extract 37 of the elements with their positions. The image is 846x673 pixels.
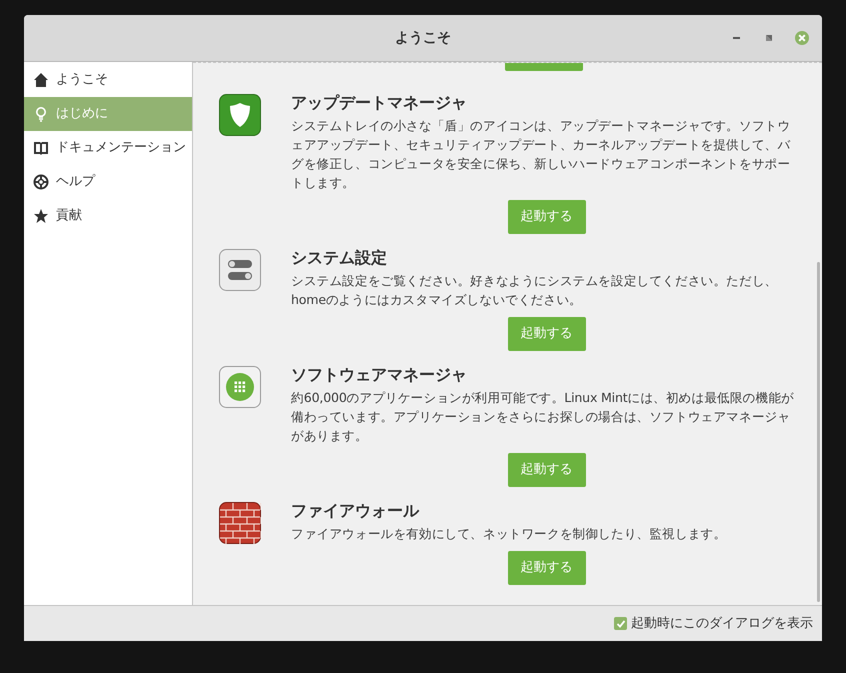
section-title: ファイアウォール	[291, 501, 420, 521]
sidebar-item[interactable]: はじめに	[24, 97, 192, 131]
section-description: ファイアウォールを有効にして、ネットワークを制御したり、監視します。	[291, 525, 728, 543]
section-description: システムトレイの小さな「盾」のアイコンは、アップデートマネージャです。ソフトウェアアップデート、セキュリティアップデート、カーネルアップデートを提供して、バグを修正し、コンピュータを安全に保ち、新しいハードウェアコンポーネントをサポートします。	[291, 117, 792, 192]
launch-button[interactable]: 起動する	[508, 453, 586, 487]
sidebar-label: ヘルプ	[56, 173, 95, 192]
section-title: システム設定	[291, 248, 388, 268]
checkmark-icon	[616, 618, 626, 628]
checkbox[interactable]	[614, 617, 627, 630]
sidebar-label: ドキュメンテーション	[56, 139, 186, 158]
section-title: ソフトウェアマネージャ	[291, 365, 468, 385]
launch-button[interactable]: 起動する	[508, 317, 586, 351]
shield-icon	[219, 94, 261, 136]
home-icon	[33, 72, 49, 88]
app-grid-icon	[219, 366, 261, 408]
brick-wall-icon	[219, 502, 261, 544]
sidebar-item[interactable]: ヘルプ	[24, 165, 192, 199]
window-title: ようこそ	[395, 28, 451, 48]
sidebar-item[interactable]: ようこそ	[24, 63, 192, 97]
book-icon	[33, 140, 49, 156]
lightbulb-icon	[33, 106, 49, 122]
scrollbar-thumb[interactable]	[817, 262, 820, 602]
close-button[interactable]	[794, 30, 810, 46]
sidebar-item[interactable]: ドキュメンテーション	[24, 131, 192, 165]
toggle-switches-icon	[219, 249, 261, 291]
launch-button[interactable]: 起動する	[508, 200, 586, 234]
sidebar-label: 貢献	[56, 207, 82, 226]
sidebar-item[interactable]: 貢献	[24, 199, 192, 233]
launch-button[interactable]: 起動する	[508, 551, 586, 585]
sidebar-label: ようこそ	[56, 71, 108, 90]
sidebar-label: はじめに	[56, 105, 108, 124]
star-icon	[33, 208, 49, 224]
section-description: システム設定をご覧ください。好きなようにシステムを設定してください。ただし、homeのようにはカスタマイズしないでください。	[291, 272, 778, 309]
section-description: 約60,000のアプリケーションが利用可能です。Linux Mintには、初めは最低限の機能が備わっています。アプリケーションをさらにお探しの場合は、ソフトウェアマネージャがあります。	[291, 389, 795, 445]
checkbox-label: 起動時にこのダイアログを表示	[631, 614, 813, 633]
lifebuoy-icon	[33, 174, 49, 190]
section-title: アップデートマネージャ	[291, 93, 468, 113]
